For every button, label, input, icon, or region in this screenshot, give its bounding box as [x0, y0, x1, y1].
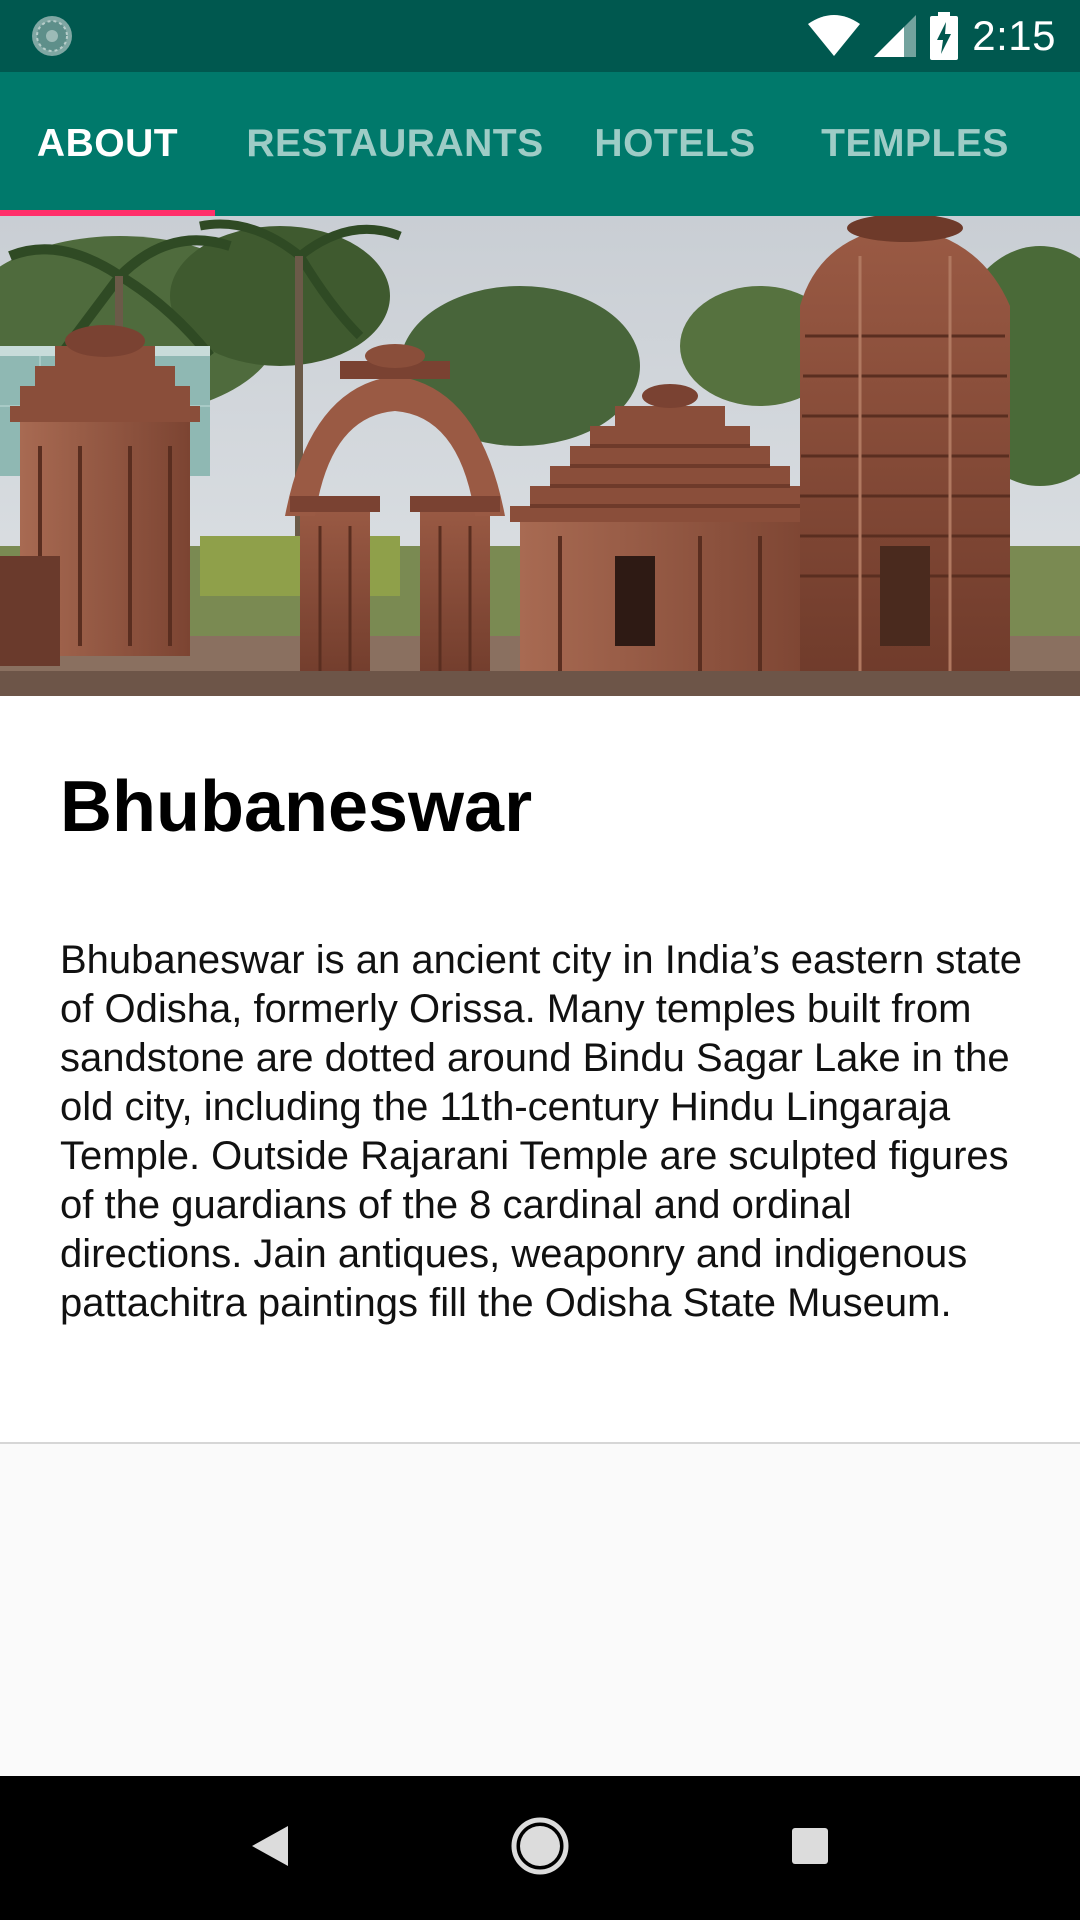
tab-bar: ABOUT RESTAURANTS HOTELS TEMPLES: [0, 72, 1080, 216]
cellular-signal-icon: [874, 15, 917, 57]
back-button[interactable]: [234, 1812, 306, 1884]
city-title: Bhubaneswar: [60, 767, 533, 847]
tab-about[interactable]: ABOUT: [0, 72, 215, 216]
hero-image: [0, 216, 1080, 696]
status-icons: 2:15: [808, 10, 1056, 62]
navigation-bar: [0, 1776, 1080, 1920]
home-button[interactable]: [504, 1812, 576, 1884]
app-notification-icon: [30, 14, 74, 58]
status-time: 2:15: [972, 12, 1056, 59]
back-icon: [250, 1824, 290, 1873]
tab-restaurants-label: RESTAURANTS: [246, 122, 544, 165]
home-icon: [510, 1816, 570, 1881]
tab-hotels[interactable]: HOTELS: [575, 72, 775, 216]
recents-icon: [790, 1826, 830, 1871]
wifi-icon: [808, 14, 861, 58]
recents-button[interactable]: [774, 1812, 846, 1884]
battery-charging-icon: [930, 12, 959, 60]
tab-restaurants[interactable]: RESTAURANTS: [215, 72, 575, 216]
tab-temples-label: TEMPLES: [821, 122, 1009, 165]
city-description: Bhubaneswar is an ancient city in India’…: [60, 938, 1023, 1325]
about-content: Bhubaneswar Bhubaneswar is an ancient ci…: [0, 696, 1080, 1444]
status-bar: 2:15: [0, 0, 1080, 72]
tab-hotels-label: HOTELS: [594, 122, 756, 165]
tab-temples[interactable]: TEMPLES: [775, 72, 1055, 216]
tab-about-label: ABOUT: [36, 122, 179, 165]
